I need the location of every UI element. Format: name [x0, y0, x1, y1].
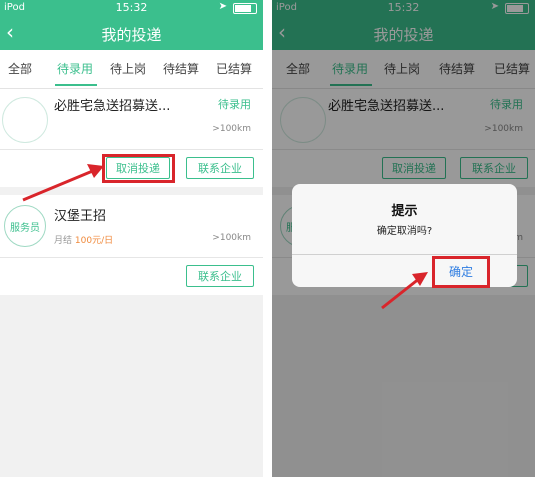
phone-screen-after: iPod 15:32 ➤ ‹ 我的投递 全部 待录用 待上岗 待结算 已结算 必…: [272, 0, 535, 477]
phone-screen-before: iPod 15:32 ➤ ‹ 我的投递 全部 待录用 待上岗 待结算 已结算 必…: [0, 0, 263, 477]
annotation-arrow-icon: [22, 164, 104, 202]
annotation-arrow-icon: [381, 272, 428, 310]
